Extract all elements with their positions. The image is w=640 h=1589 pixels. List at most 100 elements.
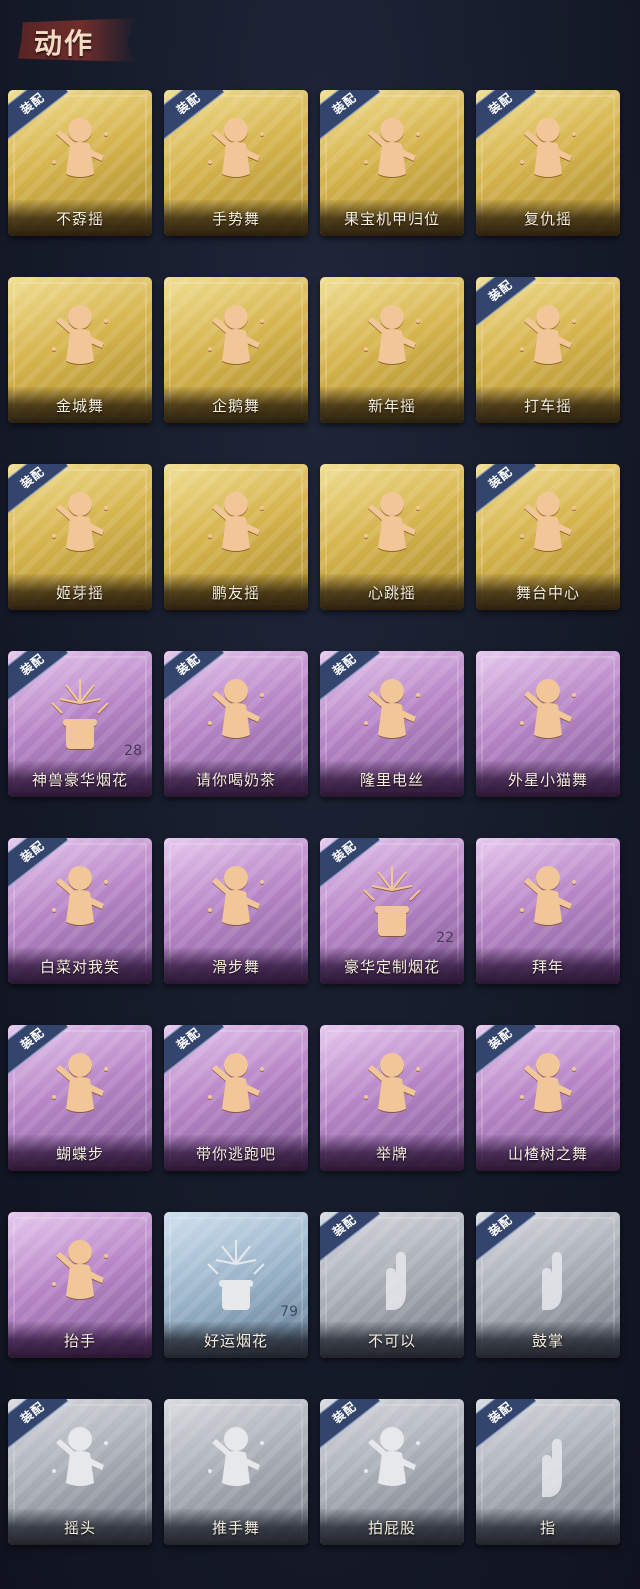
action-name: 不孬摇 — [55, 209, 104, 228]
equipped-badge-label: 装配 — [329, 651, 359, 678]
action-card[interactable]: 推手舞 — [164, 1399, 308, 1545]
action-card[interactable]: 装配 舞台中心 — [476, 464, 620, 610]
action-card[interactable]: 装配 手势舞 — [164, 90, 308, 236]
equipped-badge-label: 装配 — [485, 90, 515, 117]
fireworks-icon — [207, 1240, 265, 1310]
action-card[interactable]: 鹏友摇 — [164, 464, 308, 610]
action-name: 心跳摇 — [367, 583, 416, 602]
card-label-bar: 摇头 — [8, 1509, 152, 1545]
action-name: 摇头 — [63, 1518, 96, 1537]
dancer-icon — [364, 1053, 420, 1112]
action-card[interactable]: 新年摇 — [320, 277, 464, 423]
action-card[interactable]: 装配蝴蝶步 — [8, 1025, 152, 1171]
card-label-bar: 请你喝奶茶 — [164, 761, 308, 797]
card-label-bar: 白菜对我笑 — [8, 948, 152, 984]
equipped-badge-label: 装配 — [17, 1025, 47, 1052]
item-count: 79 — [280, 1304, 298, 1320]
dancer-icon — [520, 492, 576, 551]
action-card[interactable]: 装配 鼓掌 — [476, 1212, 620, 1358]
equipped-badge-label: 装配 — [329, 838, 359, 865]
action-name: 神兽豪华烟花 — [31, 770, 128, 789]
action-name: 指 — [539, 1518, 556, 1537]
action-name: 请你喝奶茶 — [195, 770, 276, 789]
action-card[interactable]: 装配 白菜对我笑 — [8, 838, 152, 984]
action-card[interactable]: 举牌 — [320, 1025, 464, 1171]
action-card[interactable]: 装配山楂树之舞 — [476, 1025, 620, 1171]
action-card[interactable]: 滑步舞 — [164, 838, 308, 984]
hand-icon — [542, 1252, 562, 1310]
action-card[interactable]: 装配 打车摇 — [476, 277, 620, 423]
header: 动作 — [0, 0, 640, 82]
card-label-bar: 金城舞 — [8, 387, 152, 423]
card-label-bar: 蝴蝶步 — [8, 1135, 152, 1171]
item-count: 22 — [436, 930, 454, 946]
equipped-badge-label: 装配 — [485, 277, 515, 304]
action-card[interactable]: 装配拍屁股 — [320, 1399, 464, 1545]
action-name: 山楂树之舞 — [507, 1144, 588, 1163]
dancer-icon — [520, 305, 576, 364]
action-card[interactable]: 抬手 — [8, 1212, 152, 1358]
dancer-icon — [364, 1427, 420, 1486]
equipped-badge-label: 装配 — [173, 651, 203, 678]
card-label-bar: 拍屁股 — [320, 1509, 464, 1545]
dancer-icon — [208, 118, 264, 177]
equipped-badge-label: 装配 — [329, 1399, 359, 1426]
action-card[interactable]: 心跳摇 — [320, 464, 464, 610]
card-label-bar: 举牌 — [320, 1135, 464, 1171]
action-card[interactable]: 金城舞 — [8, 277, 152, 423]
action-card[interactable]: 装配 姬芽摇 — [8, 464, 152, 610]
action-name: 豪华定制烟花 — [343, 957, 440, 976]
action-name: 拜年 — [531, 957, 564, 976]
action-card[interactable]: 装配 带你逃跑吧 — [164, 1025, 308, 1171]
dancer-icon — [364, 679, 420, 738]
action-card[interactable]: 装配 果宝机甲归位 — [320, 90, 464, 236]
action-name: 姬芽摇 — [55, 583, 104, 602]
card-label-bar: 抬手 — [8, 1322, 152, 1358]
card-label-bar: 隆里电丝 — [320, 761, 464, 797]
hand-icon — [542, 1439, 562, 1497]
action-card[interactable]: 装配 不孬摇 — [8, 90, 152, 236]
action-name: 白菜对我笑 — [39, 957, 120, 976]
action-card[interactable]: 装配指 — [476, 1399, 620, 1545]
equipped-badge-label: 装配 — [485, 1025, 515, 1052]
dancer-icon — [520, 1053, 576, 1112]
card-label-bar: 滑步舞 — [164, 948, 308, 984]
dancer-icon — [364, 492, 420, 551]
equipped-badge-label: 装配 — [485, 464, 515, 491]
action-grid: 装配 不孬摇 装配 手势舞 装配 果宝机甲归位 装配 复仇摇 金城舞 企鹅舞 新年摇 装配 打车摇 装配姬… — [8, 90, 620, 1545]
dancer-icon — [208, 492, 264, 551]
action-card[interactable]: 装配请你喝奶茶 — [164, 651, 308, 797]
dancer-icon — [52, 1427, 108, 1486]
action-name: 果宝机甲归位 — [343, 209, 440, 228]
action-card[interactable]: 79 好运烟花 — [164, 1212, 308, 1358]
action-card[interactable]: 装配隆里电丝 — [320, 651, 464, 797]
action-name: 拍屁股 — [367, 1518, 416, 1537]
action-name: 蝴蝶步 — [55, 1144, 104, 1163]
action-card[interactable]: 外星小猫舞 — [476, 651, 620, 797]
action-name: 推手舞 — [211, 1518, 260, 1537]
dancer-icon — [52, 1053, 108, 1112]
card-label-bar: 复仇摇 — [476, 200, 620, 236]
dancer-icon — [520, 679, 576, 738]
dancer-icon — [208, 679, 264, 738]
card-label-bar: 带你逃跑吧 — [164, 1135, 308, 1171]
dancer-icon — [208, 866, 264, 925]
action-name: 鹏友摇 — [211, 583, 260, 602]
card-label-bar: 心跳摇 — [320, 574, 464, 610]
action-name: 抬手 — [63, 1331, 96, 1350]
card-label-bar: 姬芽摇 — [8, 574, 152, 610]
equipped-badge-label: 装配 — [329, 1212, 359, 1239]
action-card[interactable]: 装配 28 神兽豪华烟花 — [8, 651, 152, 797]
action-card[interactable]: 装配 22 豪华定制烟花 — [320, 838, 464, 984]
dancer-icon — [208, 305, 264, 364]
action-card[interactable]: 拜年 — [476, 838, 620, 984]
action-card[interactable]: 装配复仇摇 — [476, 90, 620, 236]
action-card[interactable]: 装配 摇头 — [8, 1399, 152, 1545]
dancer-icon — [364, 305, 420, 364]
action-name: 企鹅舞 — [211, 396, 260, 415]
action-card[interactable]: 装配 不可以 — [320, 1212, 464, 1358]
action-name: 举牌 — [375, 1144, 408, 1163]
dancer-icon — [520, 866, 576, 925]
dancer-icon — [52, 305, 108, 364]
action-card[interactable]: 企鹅舞 — [164, 277, 308, 423]
